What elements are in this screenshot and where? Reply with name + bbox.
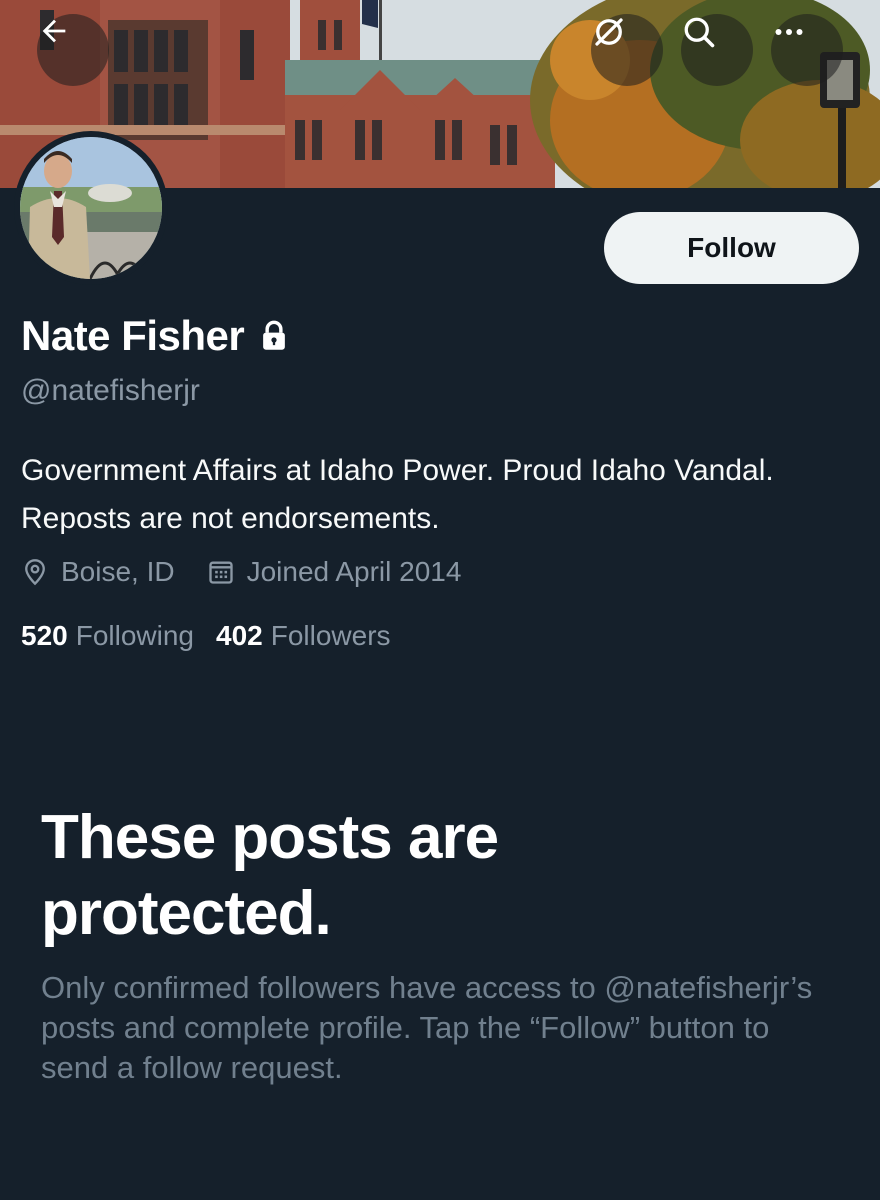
location-text: Boise, ID — [61, 556, 175, 587]
more-horizontal-icon — [775, 29, 803, 35]
profile-name: Nate Fisher — [21, 312, 245, 359]
lock-icon — [260, 320, 288, 352]
grok-button[interactable] — [591, 14, 663, 86]
protected-title: These posts are protected. — [41, 803, 499, 948]
search-button[interactable] — [681, 14, 753, 86]
avatar-image — [20, 137, 162, 279]
calendar-icon — [208, 561, 233, 584]
join-date-text: Joined April 2014 — [246, 556, 462, 587]
more-button[interactable] — [771, 14, 843, 86]
following-label: Following — [75, 620, 194, 651]
followers-link[interactable]: 402 Followers — [216, 620, 391, 652]
following-link[interactable]: 520 Following — [21, 620, 194, 652]
profile-handle: @natefisherjr — [21, 374, 200, 407]
profile-stats: 520 Following 402 Followers — [21, 620, 391, 652]
avatar[interactable] — [14, 131, 168, 285]
followers-count: 402 — [216, 620, 263, 651]
follow-button[interactable]: Follow — [604, 212, 859, 284]
back-button[interactable] — [37, 14, 109, 86]
arrow-left-icon — [42, 19, 66, 43]
followers-label: Followers — [270, 620, 391, 651]
following-count: 520 — [21, 620, 68, 651]
profile-bio: Government Affairs at Idaho Power. Proud… — [21, 454, 774, 535]
search-icon — [684, 17, 715, 48]
location: Boise, ID — [21, 556, 175, 588]
grok-icon — [595, 18, 623, 46]
protected-description: Only confirmed followers have access to … — [41, 970, 813, 1085]
profile-name-row: Nate Fisher — [21, 312, 288, 360]
join-date: Joined April 2014 — [207, 556, 462, 588]
location-pin-icon — [25, 559, 45, 586]
profile-meta: Boise, ID Joined April 2014 — [21, 556, 461, 588]
